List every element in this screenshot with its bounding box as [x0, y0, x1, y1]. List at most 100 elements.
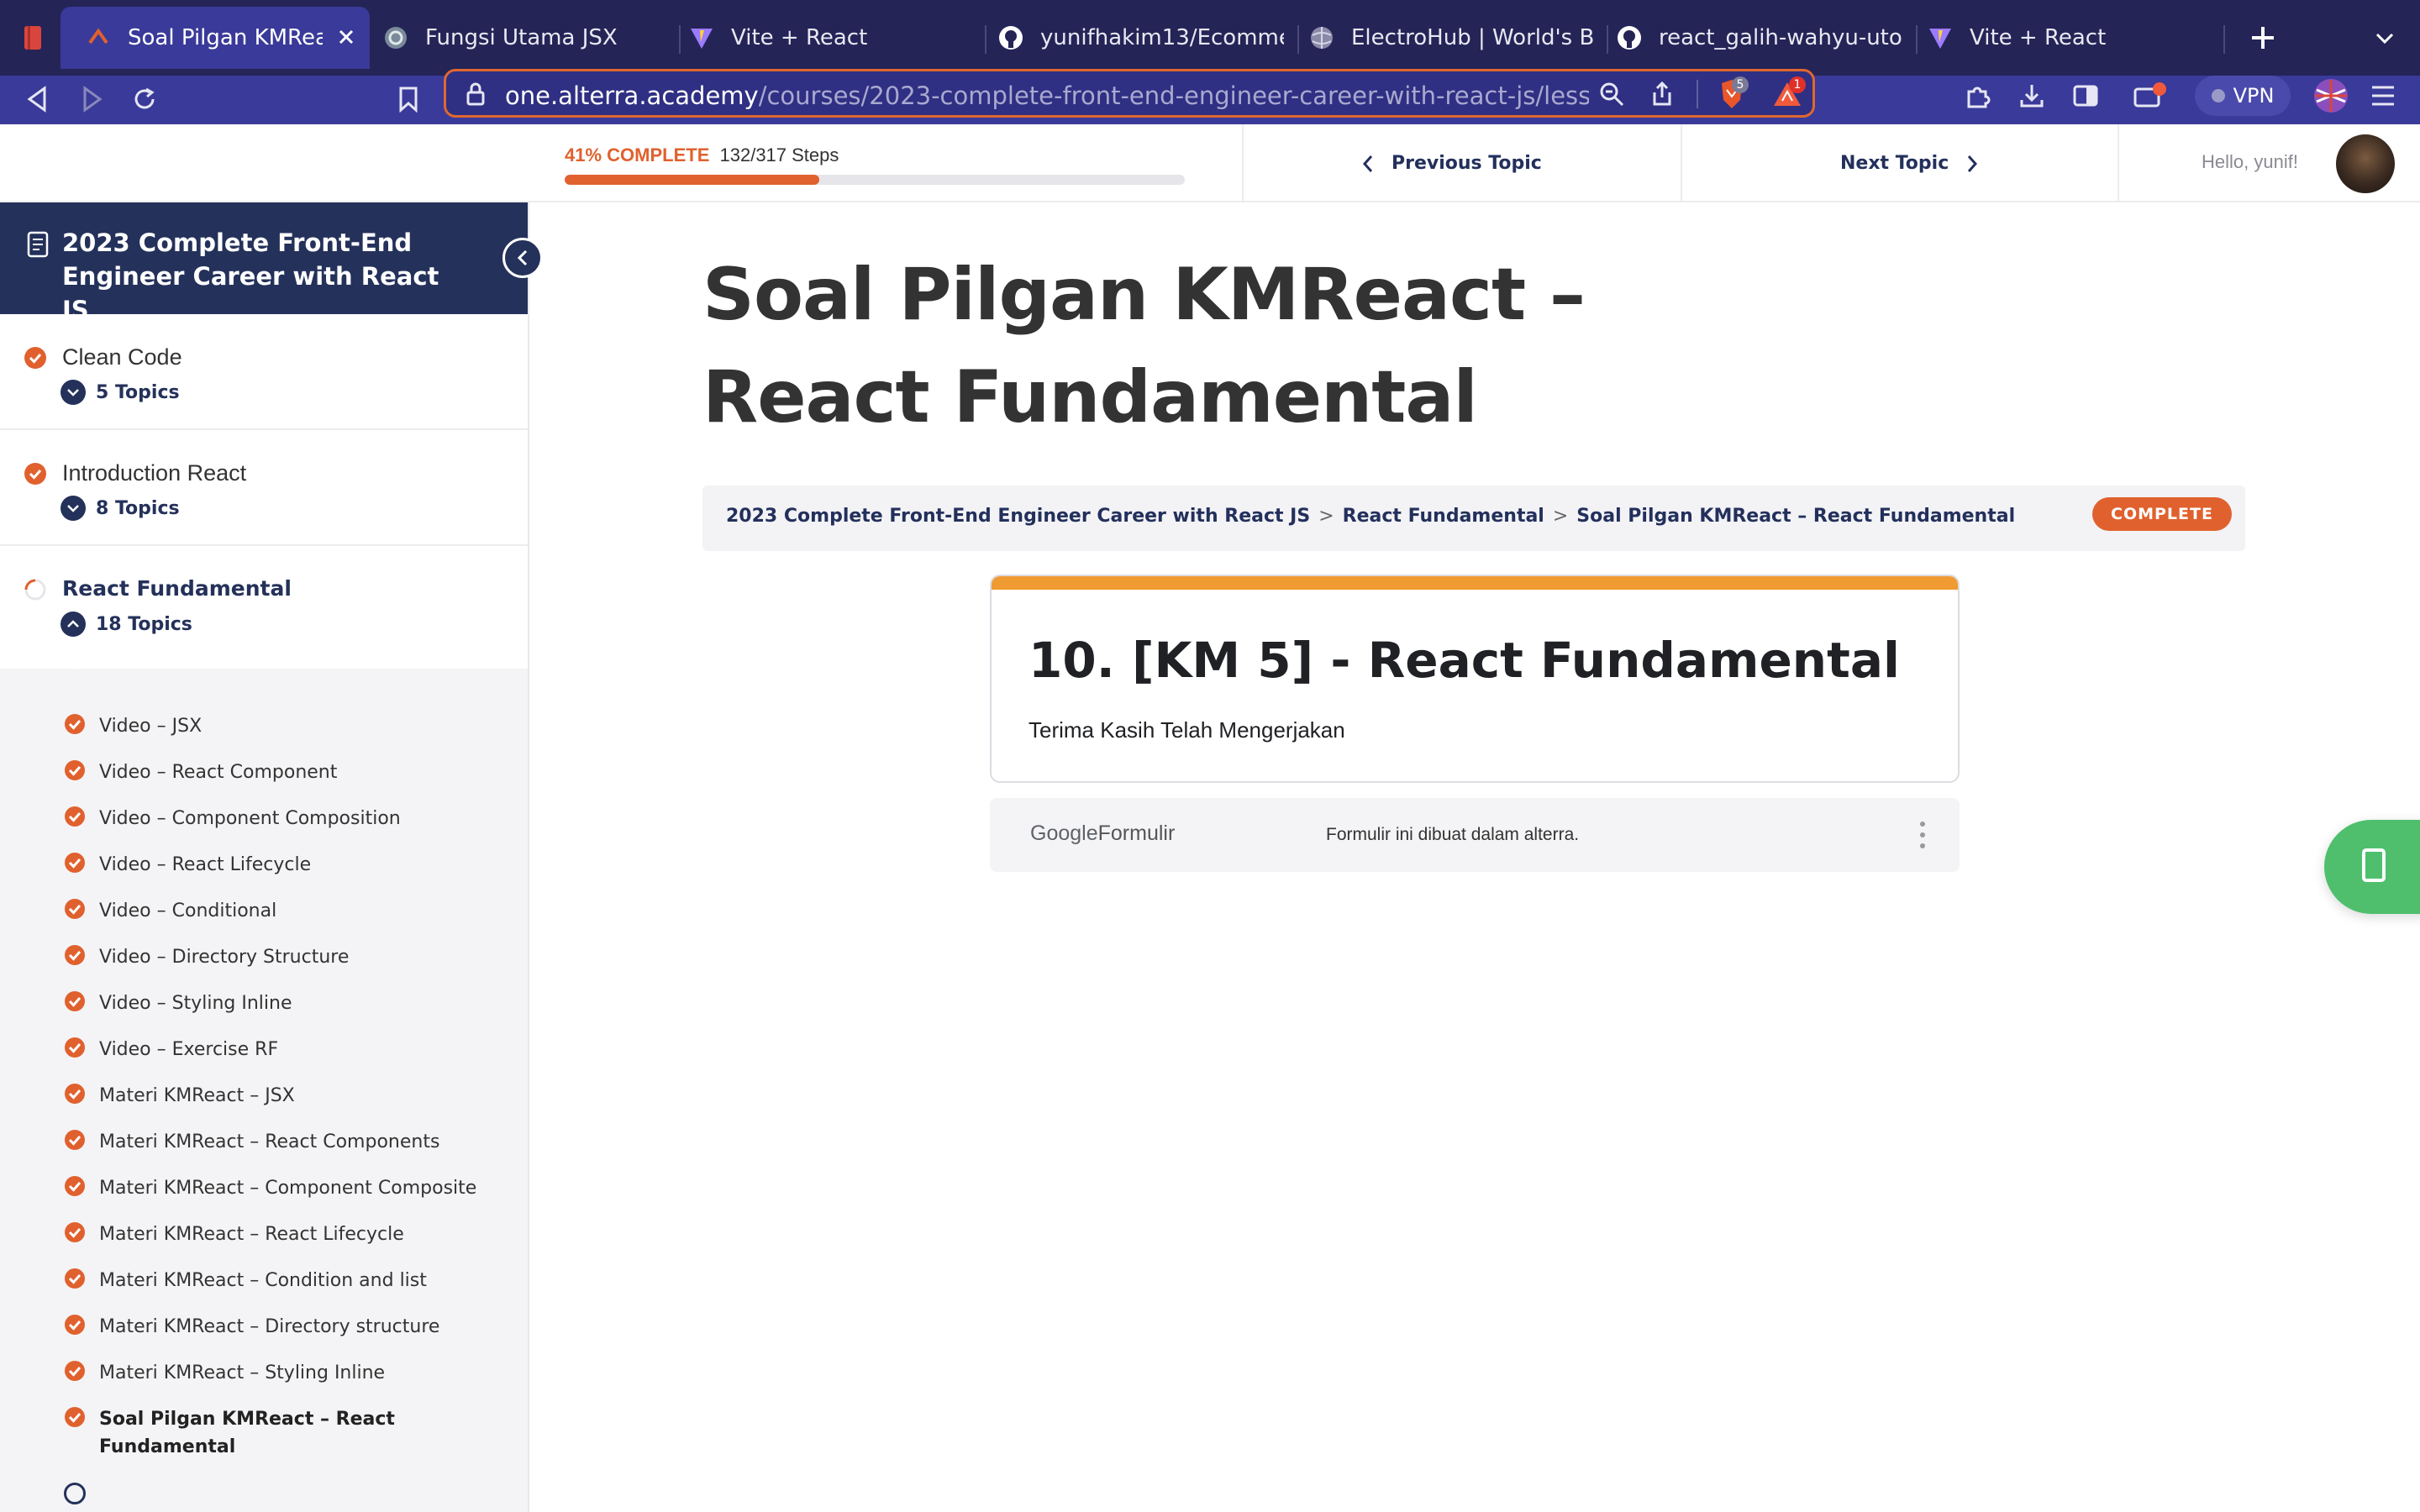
topic-item[interactable]: Materi KMReact – Component Composite: [64, 1174, 501, 1202]
user-avatar[interactable]: [2336, 134, 2395, 193]
header-divider: [2118, 124, 2119, 202]
brave-wallet-icon[interactable]: [2131, 79, 2170, 113]
topic-item[interactable]: Video – Directory Structure: [64, 943, 501, 971]
tab-separator: [1297, 25, 1299, 54]
topic-item[interactable]: Materi KMReact – React Lifecycle: [64, 1221, 501, 1248]
previous-topic-button[interactable]: Previous Topic: [1361, 124, 1542, 202]
complete-check-icon: [64, 1314, 86, 1339]
extensions-icon[interactable]: [1961, 79, 1995, 113]
complete-check-icon: [64, 1360, 86, 1385]
expand-topics-toggle[interactable]: 5 Topics: [60, 380, 180, 405]
chevron-up-icon: [60, 612, 86, 637]
topic-item[interactable]: Video – Exercise RF: [64, 1036, 501, 1063]
chatgpt-icon: [383, 25, 408, 50]
tab-soal-pilgan[interactable]: Soal Pilgan KMReact –: [60, 7, 370, 69]
status-badge: COMPLETE: [2092, 497, 2232, 531]
new-tab-icon[interactable]: [2249, 24, 2277, 52]
topic-label: Video – Styling Inline: [99, 993, 292, 1014]
complete-check-icon: [64, 1083, 86, 1108]
topic-item[interactable]: Video – React Lifecycle: [64, 851, 501, 879]
vpn-status-icon: [2211, 89, 2225, 102]
progress-steps: 132/317 Steps: [719, 144, 839, 165]
complete-check-icon: [64, 1129, 86, 1154]
next-topic-label: Next Topic: [1840, 153, 1949, 174]
topic-label: Video – Conditional: [99, 900, 277, 921]
topic-item[interactable]: Materi KMReact – Styling Inline: [64, 1359, 501, 1387]
lesson-title[interactable]: React Fundamental: [62, 576, 292, 601]
tab-github-react-galih[interactable]: react_galih-wahyu-utomo: [1617, 7, 1902, 69]
tab-electrohub[interactable]: ElectroHub | World's Best: [1309, 7, 1595, 69]
complete-check-icon: [24, 462, 47, 489]
course-banner: 2023 Complete Front-End Engineer Career …: [0, 202, 528, 324]
tab-github-ecommerce[interactable]: yunifhakim13/Ecommerce: [998, 7, 1284, 69]
form-accent-strip: [992, 576, 1958, 590]
close-tab-icon[interactable]: [334, 25, 358, 55]
bookmark-red-icon[interactable]: [24, 25, 42, 50]
back-icon[interactable]: [22, 82, 52, 116]
next-topic-button[interactable]: Next Topic: [1840, 124, 1979, 202]
sidebar-toggle-icon[interactable]: [2069, 79, 2102, 113]
brave-shield-icon[interactable]: 5: [1712, 76, 1752, 112]
breadcrumb-lesson-link[interactable]: React Fundamental: [1343, 506, 1544, 527]
topic-item[interactable]: Video – Component Composition: [64, 805, 501, 832]
lesson-title[interactable]: Clean Code: [62, 344, 182, 370]
zoom-icon[interactable]: [1597, 80, 1626, 108]
breadcrumb-course-link[interactable]: 2023 Complete Front-End Engineer Career …: [726, 506, 1310, 527]
progress-bar: [565, 175, 1185, 185]
expand-topics-toggle[interactable]: 8 Topics: [60, 496, 180, 521]
topics-count: 5 Topics: [96, 381, 180, 403]
forward-icon[interactable]: [77, 82, 108, 116]
topic-item[interactable]: Materi KMReact – JSX: [64, 1082, 501, 1110]
header-divider: [1242, 124, 1244, 202]
sidebar-collapse-button[interactable]: [502, 238, 543, 278]
alterra-logo-icon: [86, 25, 111, 50]
topic-item[interactable]: Video – Conditional: [64, 897, 501, 925]
complete-check-icon: [64, 990, 86, 1016]
share-icon[interactable]: [1648, 80, 1676, 108]
lock-icon[interactable]: [465, 81, 487, 107]
tab-fungsi-utama-jsx[interactable]: Fungsi Utama JSX: [378, 7, 672, 69]
topic-item[interactable]: Materi KMReact – React Components: [64, 1128, 501, 1156]
topic-label: Materi KMReact – Styling Inline: [99, 1362, 386, 1383]
bookmark-icon[interactable]: [395, 82, 422, 116]
course-title: 2023 Complete Front-End Engineer Career …: [62, 228, 439, 324]
profile-avatar-icon[interactable]: [2312, 77, 2349, 114]
topic-item[interactable]: Materi KMReact – Directory structure: [64, 1313, 501, 1341]
collapse-topics-toggle[interactable]: 18 Topics: [60, 612, 192, 637]
tab-list-chevron-icon[interactable]: [2373, 27, 2396, 50]
tab-vite-react-2[interactable]: Vite + React: [1928, 7, 2213, 69]
lesson-introduction-react[interactable]: Introduction React 8 Topics: [0, 430, 528, 546]
address-bar[interactable]: one.alterra.academy/courses/2023-complet…: [444, 69, 1815, 118]
floating-action-button[interactable]: [2324, 820, 2420, 914]
page-title: Soal Pilgan KMReact – React Fundamental: [702, 253, 1586, 439]
more-options-icon[interactable]: [1918, 822, 1928, 848]
vpn-button[interactable]: VPN: [2195, 76, 2291, 116]
chevron-down-icon: [60, 380, 86, 405]
brave-rewards-icon[interactable]: 1: [1767, 76, 1807, 112]
menu-icon[interactable]: [2368, 81, 2398, 111]
topic-item-current[interactable]: Soal Pilgan KMReact – React Fundamental: [64, 1405, 417, 1461]
topic-item[interactable]: Video – Styling Inline: [64, 990, 501, 1017]
topic-item[interactable]: Materi KMReact – Condition and list: [64, 1267, 501, 1294]
complete-check-icon: [24, 346, 47, 373]
in-progress-icon: [24, 578, 47, 605]
topic-item[interactable]: Video – React Component: [64, 759, 501, 786]
lesson-title[interactable]: Introduction React: [62, 460, 246, 486]
topic-list-caret: [59, 656, 89, 669]
reload-icon[interactable]: [129, 82, 160, 116]
progress-percent: 41% COMPLETE: [565, 144, 710, 165]
google-forms-logo[interactable]: GoogleFormulir: [1030, 822, 1175, 846]
vite-icon: [689, 25, 714, 50]
tab-separator: [679, 25, 681, 54]
form-confirmation-message: Terima Kasih Telah Mengerjakan: [1028, 717, 1345, 743]
lesson-clean-code[interactable]: Clean Code 5 Topics: [0, 314, 528, 430]
downloads-icon[interactable]: [2015, 79, 2049, 113]
topic-item[interactable]: Video – JSX: [64, 712, 501, 740]
tab-label: Vite + React: [1970, 25, 2107, 50]
topic-label: Materi KMReact – Condition and list: [99, 1270, 427, 1291]
lesson-react-fundamental[interactable]: React Fundamental 18 Topics: [0, 546, 528, 662]
tab-vite-react[interactable]: Vite + React: [689, 7, 983, 69]
progress-bar-fill: [565, 175, 819, 185]
url-text[interactable]: one.alterra.academy/courses/2023-complet…: [505, 81, 1589, 110]
github-icon: [998, 25, 1023, 50]
